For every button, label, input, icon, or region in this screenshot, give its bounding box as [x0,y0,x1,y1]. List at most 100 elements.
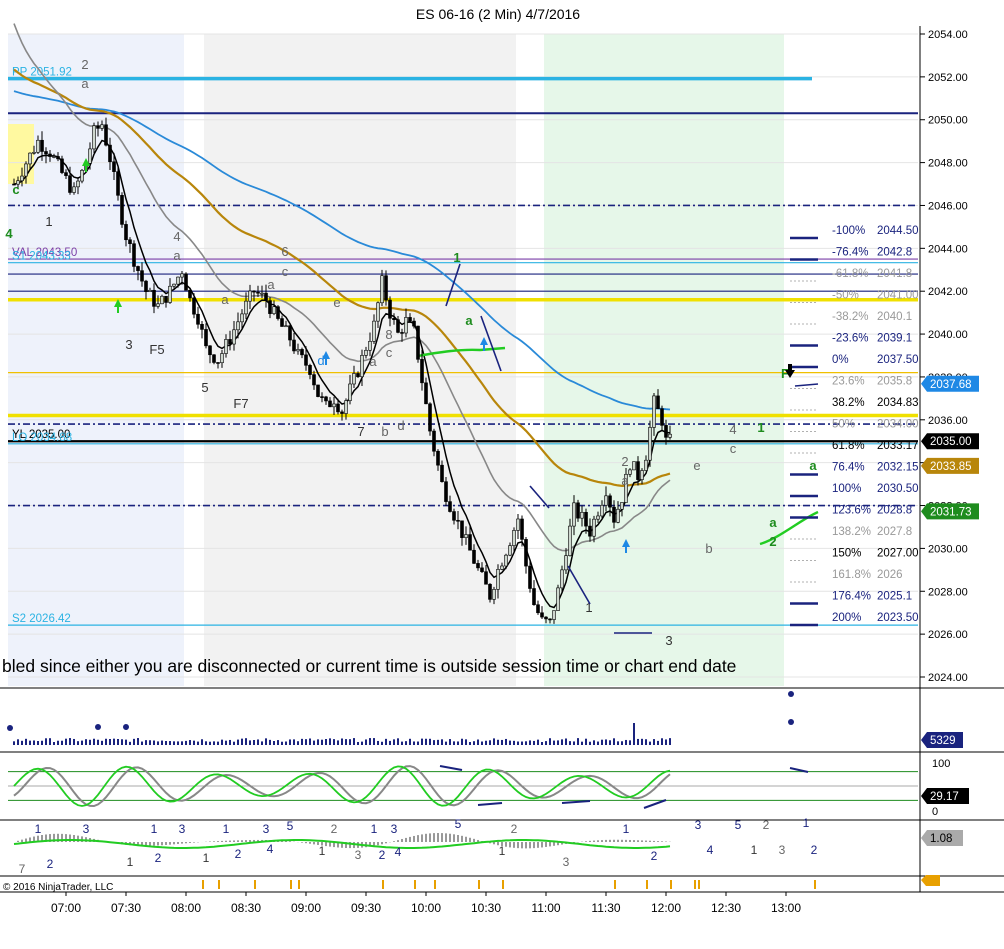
candle-body [156,303,160,307]
wave-label: 2 [621,454,628,469]
fib-price: 2030.50 [877,483,919,495]
stoch-tick-label: 100 [932,758,950,770]
candle-body [120,195,124,225]
disconnected-warning: bled since either you are disconnected o… [2,656,736,676]
macd-wave-label: 4 [267,842,274,856]
fib-price: 2033.17 [877,440,919,452]
candle-body [608,495,612,508]
fib-price: 2025.1 [877,591,912,603]
macd-wave-label: 2 [811,843,818,857]
candle-body [336,403,340,413]
fib-percent: 0% [832,354,849,366]
annotation-line [794,383,819,387]
candle-body [240,313,244,323]
candle-body [172,283,176,287]
candle-body [224,339,228,354]
candle-body [436,450,440,466]
time-tick-label: 11:30 [591,901,620,915]
candle-body [196,313,200,325]
macd-wave-label: 5 [455,817,462,831]
event-marker [218,880,220,889]
wave-label: F7 [233,396,248,411]
candle-body [72,186,76,193]
fib-percent: 176.4% [832,591,871,603]
candle-body [392,317,396,321]
wave-label: 1 [45,214,52,229]
candle-body [328,400,332,408]
candle-body [200,323,204,330]
candle-body [68,175,72,193]
wave-label: 2 [769,534,776,549]
price-tag-label: 2031.73 [930,506,972,518]
candle-body [664,425,668,438]
candle-body [368,341,372,351]
macd-wave-label: 1 [35,822,42,836]
candle-body [140,270,144,282]
candle-body [584,512,588,527]
wave-label: 7 [357,424,364,439]
candle-body [592,518,596,537]
candle-body [628,469,632,475]
macd-wave-label: 1 [127,855,134,869]
wave-label: d [397,418,404,433]
stoch-divergence-line [643,799,667,809]
fib-percent: -38.2% [832,311,868,323]
candle-body [540,612,544,618]
event-marker [414,880,416,889]
volume-spike-dot [7,725,13,731]
time-tick-label: 09:30 [351,901,381,915]
time-tick-label: 13:00 [771,901,801,915]
wave-label: 2 [81,57,88,72]
candle-body [20,175,24,182]
fib-price: 2044.50 [877,225,919,237]
price-tag-label: 2037.68 [930,379,972,391]
candle-body [164,295,168,303]
fib-price: 2034.83 [877,397,919,409]
chart-window: PP 2051.92 VAL 2043.50 S1 2043.33 YL 2035.0… [0,0,1004,949]
event-marker [614,880,616,889]
candle-body [204,329,208,347]
wave-label: 6 [281,244,288,259]
candle-body [216,362,220,364]
candle-body [656,395,660,410]
event-marker [814,880,816,889]
time-axis[interactable]: 07:00 07:30 08:00 08:30 09:00 09:30 10:00 10:30… [51,892,801,915]
candle-body [128,239,132,245]
macd-wave-label: 2 [511,822,518,836]
fib-price: 2027.00 [877,548,919,560]
price-tick-label: 2042.00 [928,286,968,298]
fib-percent: 161.8% [832,569,871,581]
macd-wave-label: 1 [319,844,326,858]
candle-body [284,325,288,328]
candle-body [160,295,164,305]
candle-body [432,430,436,452]
candle-body [148,289,152,292]
event-marker [670,880,672,889]
copyright-text: © 2016 NinjaTrader, LLC [3,882,113,893]
candle-body [396,319,400,333]
candle-body [580,512,584,519]
candle-body [632,461,636,471]
wave-label: a [173,248,181,263]
price-tick-label: 2046.00 [928,200,968,212]
candle-body [320,396,324,398]
macd-wave-label: 4 [395,845,402,859]
macd-wave-label: 2 [651,849,658,863]
chart-canvas[interactable]: PP 2051.92VAL 2043.50S1 2043.33YL 2035.0… [0,0,1004,949]
fib-percent: -100% [832,225,865,237]
candle-body [388,299,392,319]
price-axis[interactable]: 2054.00 2052.00 2050.00 2048.00 2046.00 2044.… [920,29,968,684]
candle-body [596,515,600,520]
candle-body [208,345,212,356]
candle-body [348,383,352,401]
candle-body [448,501,452,512]
macd-wave-label: 3 [179,822,186,836]
candle-body [80,170,84,182]
candle-body [88,148,92,164]
candle-body [192,297,196,315]
candle-body [48,153,52,157]
candle-body [144,280,148,292]
price-tick-label: 2048.00 [928,158,968,170]
candle-body [384,275,388,301]
fib-price: 2034.00 [877,419,919,431]
